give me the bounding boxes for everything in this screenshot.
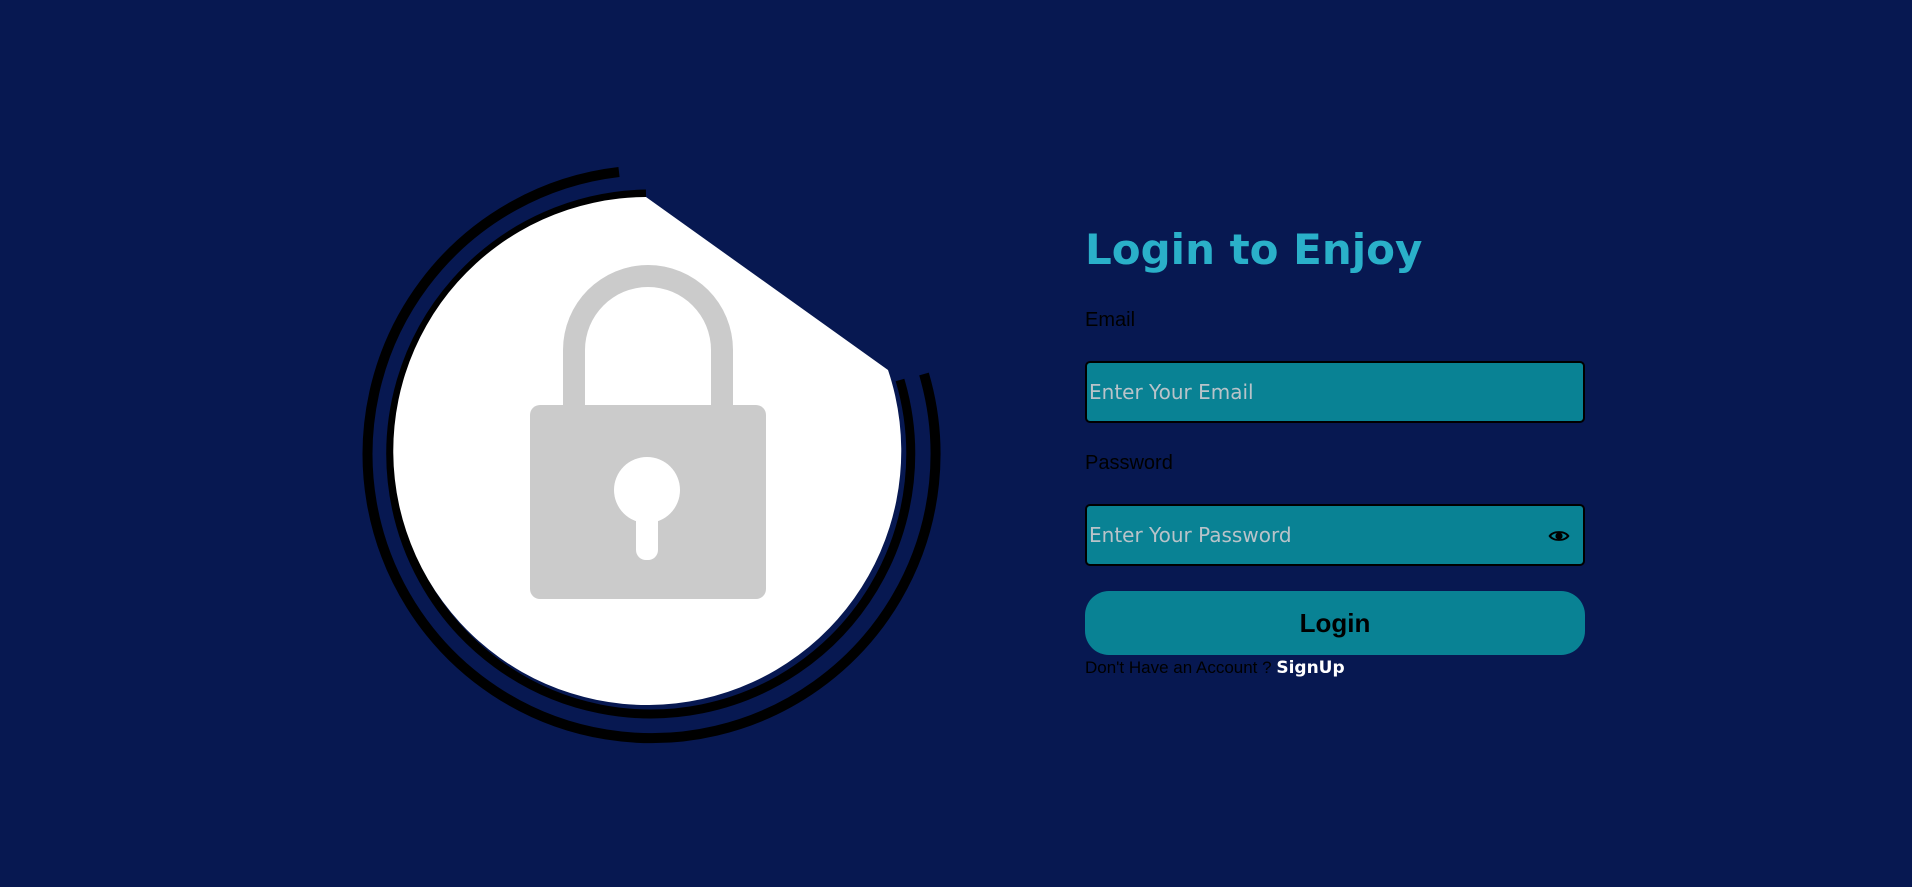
email-field: [1085, 361, 1585, 423]
email-input[interactable]: [1087, 363, 1583, 421]
signup-prompt-line: Don't Have an Account ? SignUp: [1085, 658, 1345, 678]
password-field: [1085, 504, 1585, 566]
lock-illustration-graphic: [362, 167, 941, 744]
lock-keyhole-slot: [636, 500, 658, 560]
signup-prompt-text: Don't Have an Account ?: [1085, 658, 1272, 677]
lock-illustration: [350, 160, 950, 760]
password-label: Password: [1085, 452, 1173, 474]
login-page: Login to Enjoy Email Password Login Don'…: [0, 0, 1912, 887]
login-form: Login to Enjoy Email Password Login Don'…: [1085, 222, 1585, 678]
password-input[interactable]: [1087, 506, 1583, 564]
page-title: Login to Enjoy: [1085, 225, 1423, 274]
email-label: Email: [1085, 309, 1136, 331]
eye-icon[interactable]: [1547, 524, 1571, 548]
signup-link[interactable]: SignUp: [1276, 658, 1344, 678]
login-button[interactable]: Login: [1085, 591, 1585, 655]
